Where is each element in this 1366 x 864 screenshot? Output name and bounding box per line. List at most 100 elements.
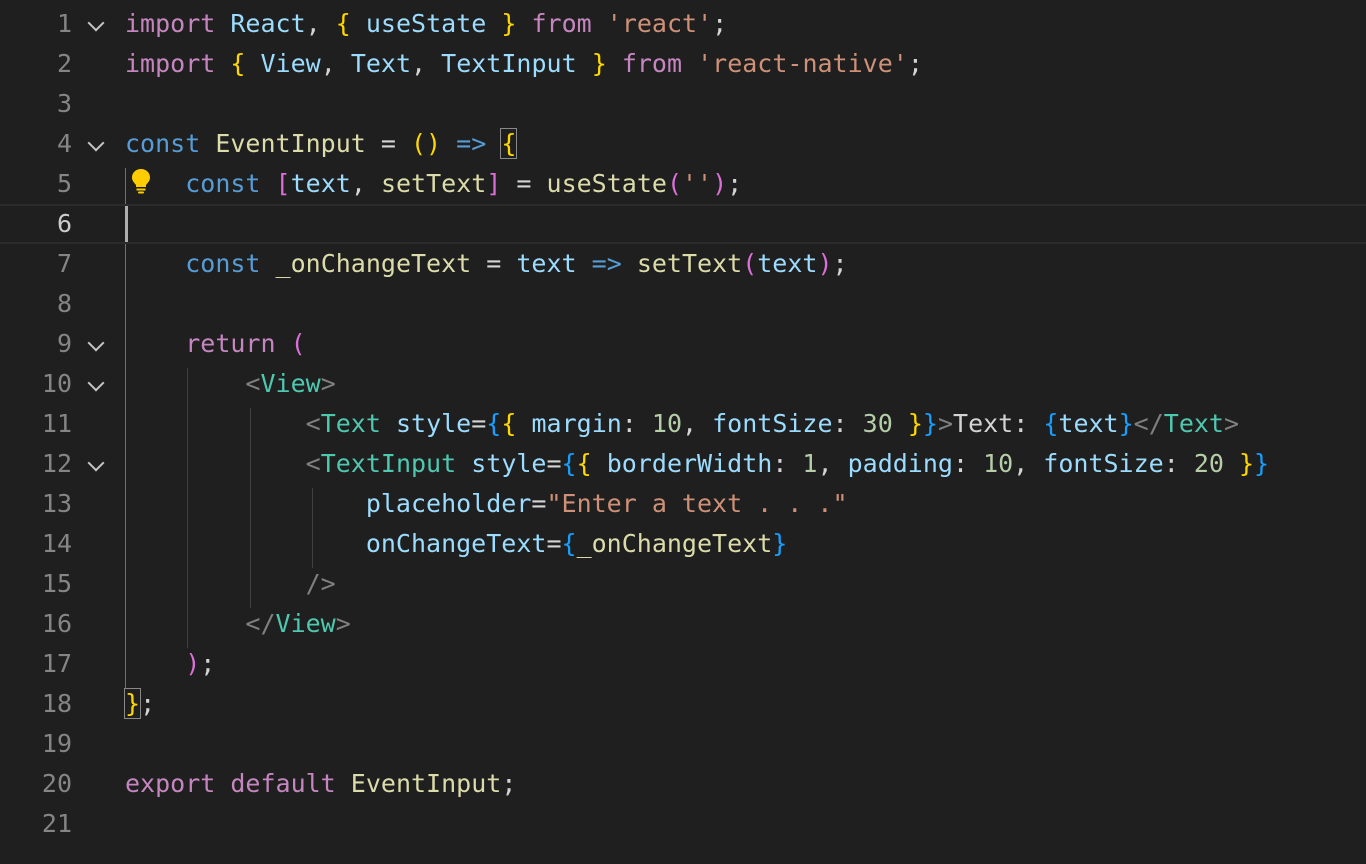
code-token: ] bbox=[486, 169, 502, 198]
code-line[interactable]: 16 </View> bbox=[0, 604, 1366, 644]
code-token: { bbox=[561, 449, 577, 478]
code-token: Text bbox=[350, 49, 412, 78]
code-token: import bbox=[125, 49, 216, 78]
code-line[interactable]: 2 import { View, Text, TextInput } from '… bbox=[0, 44, 1366, 84]
code-line[interactable]: 13 placeholder="Enter a text . . ." bbox=[0, 484, 1366, 524]
code-token: } bbox=[922, 409, 938, 438]
code-token: { bbox=[1043, 409, 1059, 438]
code-token: 10 bbox=[983, 449, 1014, 478]
code-line[interactable]: 15 /> bbox=[0, 564, 1366, 604]
code-token: ) bbox=[712, 169, 728, 198]
code-text: const EventInput = () => { bbox=[125, 124, 518, 164]
code-token: = bbox=[531, 489, 547, 518]
code-token: : bbox=[1163, 449, 1194, 478]
code-text: onChangeText={_onChangeText} bbox=[125, 524, 787, 564]
code-line[interactable]: 10 <View> bbox=[0, 364, 1366, 404]
code-token: 20 bbox=[1193, 449, 1224, 478]
code-token: , bbox=[305, 9, 336, 38]
code-text: <View> bbox=[125, 364, 335, 404]
fold-chevron-icon[interactable] bbox=[87, 14, 105, 32]
line-number: 17 bbox=[41, 649, 72, 678]
code-token: ; bbox=[907, 49, 923, 78]
code-line[interactable]: 17 ); bbox=[0, 644, 1366, 684]
code-token: TextInput bbox=[441, 49, 577, 78]
fold-chevron-icon[interactable] bbox=[87, 374, 105, 392]
code-token: placeholder bbox=[365, 489, 532, 518]
code-line[interactable]: 3 bbox=[0, 84, 1366, 124]
code-token: , bbox=[411, 49, 442, 78]
code-token: const bbox=[185, 169, 261, 198]
code-editor[interactable]: 1 import React, { useState } from 'react'… bbox=[0, 0, 1366, 864]
code-token: => bbox=[591, 249, 622, 278]
code-token: setText bbox=[636, 249, 743, 278]
code-token: View bbox=[275, 609, 336, 638]
code-token: { bbox=[501, 409, 517, 438]
code-token: } bbox=[907, 409, 923, 438]
code-line[interactable]: 12 <TextInput style={{ borderWidth: 1, p… bbox=[0, 444, 1366, 484]
code-line[interactable]: 14 onChangeText={_onChangeText} bbox=[0, 524, 1366, 564]
code-token: useState bbox=[546, 169, 667, 198]
code-token: style bbox=[395, 409, 472, 438]
code-line[interactable]: 1 import React, { useState } from 'react'… bbox=[0, 4, 1366, 44]
code-line[interactable]: 19 bbox=[0, 724, 1366, 764]
code-text: import React, { useState } from 'react'; bbox=[125, 4, 727, 44]
code-token: { bbox=[500, 128, 518, 159]
line-number: 7 bbox=[56, 249, 72, 278]
code-token: /> bbox=[305, 569, 336, 598]
code-token: ; bbox=[140, 689, 156, 718]
line-number: 16 bbox=[41, 609, 72, 638]
code-token: fontSize bbox=[712, 409, 833, 438]
code-text: return ( bbox=[125, 324, 305, 364]
code-line[interactable]: 20 export default EventInput; bbox=[0, 764, 1366, 804]
code-token: '' bbox=[682, 169, 713, 198]
line-number: 2 bbox=[56, 49, 72, 78]
code-token: = bbox=[471, 409, 487, 438]
line-number: 4 bbox=[56, 129, 72, 158]
code-text: <Text style={{ margin: 10, fontSize: 30 … bbox=[125, 404, 1239, 444]
code-token: import bbox=[125, 9, 216, 38]
code-text: import { View, Text, TextInput } from 'r… bbox=[125, 44, 923, 84]
code-line[interactable]: 5 const [text, setText] = useState(''); bbox=[0, 164, 1366, 204]
fold-chevron-icon[interactable] bbox=[87, 334, 105, 352]
code-token: </ bbox=[245, 609, 276, 638]
code-token: default bbox=[230, 769, 336, 798]
code-line[interactable]: 21 bbox=[0, 804, 1366, 844]
code-token: : bbox=[832, 409, 863, 438]
code-token: } bbox=[772, 529, 788, 558]
line-number: 1 bbox=[56, 9, 72, 38]
code-line[interactable]: 4 const EventInput = () => { bbox=[0, 124, 1366, 164]
code-token: useState bbox=[365, 9, 487, 38]
code-line[interactable]: 11 <Text style={{ margin: 10, fontSize: … bbox=[0, 404, 1366, 444]
code-line[interactable]: 6 bbox=[0, 204, 1366, 244]
line-number: 9 bbox=[56, 329, 72, 358]
code-line[interactable]: 9 return ( bbox=[0, 324, 1366, 364]
code-line[interactable]: 18}; bbox=[0, 684, 1366, 724]
fold-chevron-icon[interactable] bbox=[87, 454, 105, 472]
code-token: } bbox=[1118, 409, 1134, 438]
fold-chevron-icon[interactable] bbox=[87, 134, 105, 152]
line-number: 19 bbox=[41, 729, 72, 758]
code-line[interactable]: 8 bbox=[0, 284, 1366, 324]
line-number: 11 bbox=[41, 409, 72, 438]
code-line[interactable]: 7 const _onChangeText = text => setText(… bbox=[0, 244, 1366, 284]
code-token: () bbox=[411, 129, 442, 158]
